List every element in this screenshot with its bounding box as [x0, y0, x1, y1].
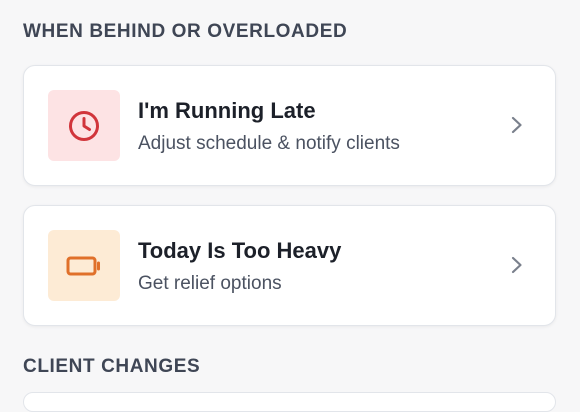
battery-icon — [66, 256, 100, 275]
running-late-card[interactable]: I'm Running Late Adjust schedule & notif… — [23, 65, 556, 186]
too-heavy-title: Today Is Too Heavy — [138, 238, 342, 263]
too-heavy-card[interactable]: Today Is Too Heavy Get relief options — [23, 205, 556, 326]
section-title-client-changes: CLIENT CHANGES — [23, 356, 201, 377]
next-card-partial[interactable] — [23, 392, 556, 412]
running-late-title: I'm Running Late — [138, 98, 316, 123]
too-heavy-subtitle: Get relief options — [138, 273, 282, 294]
clock-icon — [69, 110, 99, 141]
running-late-icon-box — [48, 90, 120, 161]
chevron-right-icon — [511, 256, 522, 274]
screen: WHEN BEHIND OR OVERLOADED I'm Running La… — [0, 0, 580, 412]
section-title-when-behind: WHEN BEHIND OR OVERLOADED — [23, 21, 348, 42]
too-heavy-icon-box — [48, 230, 120, 301]
running-late-subtitle: Adjust schedule & notify clients — [138, 133, 400, 154]
chevron-right-icon — [511, 116, 522, 134]
